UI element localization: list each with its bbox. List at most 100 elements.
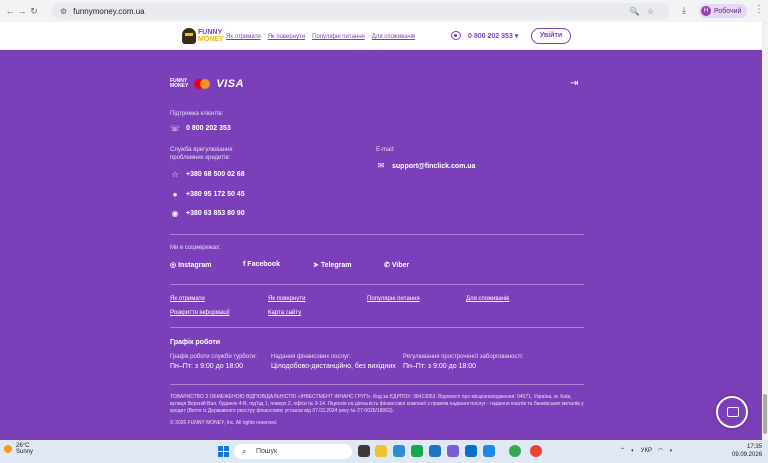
clock[interactable]: 17:35 09.09.2026 [732, 443, 762, 459]
social-instagram[interactable]: ◎ Instagram [170, 261, 212, 269]
weather-widget[interactable]: 26°C Sunny [4, 443, 33, 455]
avatar: Н [701, 6, 711, 16]
omnibox-actions[interactable]: 🔍☆ [630, 7, 661, 16]
address-bar[interactable]: ⚙ funnymoney.com.ua 🔍☆ [52, 3, 669, 19]
vodafone-icon: ● [172, 190, 178, 199]
wifi-icon[interactable]: ◠ [658, 447, 663, 454]
app-icon[interactable] [483, 445, 495, 457]
chat-button[interactable] [716, 396, 748, 428]
footer-link-consumers[interactable]: Для споживачів [466, 296, 509, 302]
footer-link-how-to-get[interactable]: Як отримати [170, 296, 205, 302]
nav-consumers[interactable]: Для споживачів [372, 34, 415, 40]
social-telegram[interactable]: ➤ Telegram [313, 261, 351, 269]
footer-link-disclosure[interactable]: Розкриття інформації [170, 310, 230, 316]
site-info-icon[interactable]: ⚙ [60, 7, 67, 16]
weather-desc: Sunny [16, 449, 34, 455]
logout-icon[interactable]: ⇥ [570, 78, 578, 89]
schedule-value-2: Цілодобово-дистанційно, без вихідних [271, 363, 396, 370]
support-email[interactable]: support@finclick.com.ua [392, 163, 475, 170]
scrollbar-thumb[interactable] [763, 394, 767, 434]
site-header: FUNNY MONEY Як отримати Як повернути Попу… [0, 22, 762, 50]
header-phone[interactable]: 0 800 202 353 ▾ [468, 32, 518, 40]
footer-link-how-to-repay[interactable]: Як повернути [268, 296, 305, 302]
profile-label: Робочий [714, 7, 742, 15]
footer-link-faq[interactable]: Популярні питання [367, 296, 420, 302]
schedule-label-1: Графік роботи служби турботи: [170, 354, 257, 360]
visa-logo: VISA [216, 78, 245, 90]
lifecell-icon: ◉ [171, 209, 179, 218]
file-explorer-icon[interactable] [375, 445, 387, 457]
task-view-icon[interactable] [358, 445, 370, 457]
system-tray[interactable]: ⌃ ◐ УКР ◠ ◗ [620, 447, 673, 455]
login-button[interactable]: Увійти [531, 28, 571, 44]
facebook-icon: f [243, 261, 246, 268]
reload-icon[interactable]: ↻ [28, 6, 40, 17]
logo-line2: MONEY [198, 36, 224, 43]
back-icon[interactable]: ← [4, 6, 16, 16]
accessibility-eye-icon[interactable] [451, 31, 461, 40]
header-nav: Як отримати Як повернути Популярні питан… [226, 34, 415, 40]
profile-button[interactable]: Н Робочий [699, 4, 748, 18]
chrome-icon[interactable] [530, 445, 542, 457]
clock-date: 09.09.2026 [732, 452, 763, 458]
schedule-value-1: Пн–Пт: з 9:00 до 18:00 [170, 363, 244, 370]
app-icon[interactable] [411, 445, 423, 457]
download-icon[interactable]: ⤓ [682, 5, 686, 16]
facebook-label: Facebook [247, 261, 280, 268]
schedule-title: Графік роботи [170, 339, 221, 346]
edge-icon[interactable] [429, 445, 441, 457]
social-viber[interactable]: ✆ Viber [384, 261, 409, 269]
sun-icon [4, 445, 12, 453]
mail-icon: ✉ [377, 161, 385, 170]
start-icon[interactable] [218, 446, 229, 457]
nav-faq[interactable]: Популярні питання [312, 34, 365, 40]
divider [170, 384, 584, 385]
support-label: Підтримка клієнтів: [170, 111, 224, 117]
menu-icon[interactable]: ⋮ [754, 4, 764, 15]
footer-logos: FUNNY MONEY VISA [170, 78, 244, 90]
divider [170, 234, 584, 235]
app-tray-icon[interactable]: ◐ [631, 448, 635, 454]
mascot-icon [182, 28, 196, 44]
support-phone[interactable]: 0 800 202 353 [186, 125, 231, 132]
social-label: Ми в соцмережах: [170, 245, 221, 251]
debt-phone-3[interactable]: +380 63 853 80 90 [186, 210, 245, 217]
viber-label: Viber [391, 262, 410, 269]
instagram-label: Instagram [178, 262, 212, 269]
schedule-value-3: Пн–Пт: з 9:00 до 18:00 [403, 363, 477, 370]
chevron-up-icon[interactable]: ⌃ [620, 447, 625, 454]
debt-phone-2[interactable]: +380 95 172 50 45 [186, 191, 245, 198]
header-phone-text: 0 800 202 353 [468, 33, 513, 40]
telegram-icon: ➤ [313, 262, 319, 269]
footer-link-sitemap[interactable]: Карта сайту [268, 310, 301, 316]
app-icon[interactable] [509, 445, 521, 457]
phone-icon: ☏ [170, 124, 181, 133]
page-scrollbar[interactable] [762, 22, 768, 440]
divider [170, 284, 584, 285]
taskbar: 26°C Sunny ⌕ Пошук ⌃ ◐ УКР ◠ ◗ 17:35 09.0… [0, 440, 768, 463]
legal-text: ТОВАРИСТВО З ОБМЕЖЕНОЮ ВІДПОВІДАЛЬНІСТЮ … [170, 394, 584, 414]
site-logo[interactable]: FUNNY MONEY [182, 27, 224, 45]
teams-icon[interactable] [447, 445, 459, 457]
forward-icon[interactable]: → [16, 6, 28, 16]
footer-logo-line2: MONEY [170, 83, 189, 89]
taskbar-search[interactable]: ⌕ Пошук [234, 444, 352, 459]
app-icon[interactable] [393, 445, 405, 457]
search-placeholder: Пошук [256, 448, 278, 455]
site-footer: FUNNY MONEY VISA ⇥ Підтримка клієнтів: ☏ … [0, 66, 762, 440]
clock-time: 17:35 [747, 444, 763, 450]
email-label: E-mail: [376, 147, 395, 153]
kyivstar-icon: ☆ [171, 170, 179, 179]
copyright: © 2026 FUNNY MONEY, Inc. All rights rese… [170, 420, 278, 426]
social-facebook[interactable]: f Facebook [243, 261, 280, 268]
lang-indicator[interactable]: УКР [641, 448, 652, 454]
nav-how-to-repay[interactable]: Як повернути [268, 34, 305, 40]
volume-icon[interactable]: ◗ [669, 448, 673, 454]
footer-logo[interactable]: FUNNY MONEY [170, 79, 188, 89]
schedule-label-2: Надання фінансових послуг: [271, 354, 351, 360]
debt-phone-1[interactable]: +380 68 500 02 68 [186, 171, 245, 178]
app-icon[interactable] [465, 445, 477, 457]
schedule-label-3: Регулювання простроченої заборгованості: [403, 354, 524, 360]
instagram-icon: ◎ [170, 262, 177, 269]
nav-how-to-get[interactable]: Як отримати [226, 34, 261, 40]
